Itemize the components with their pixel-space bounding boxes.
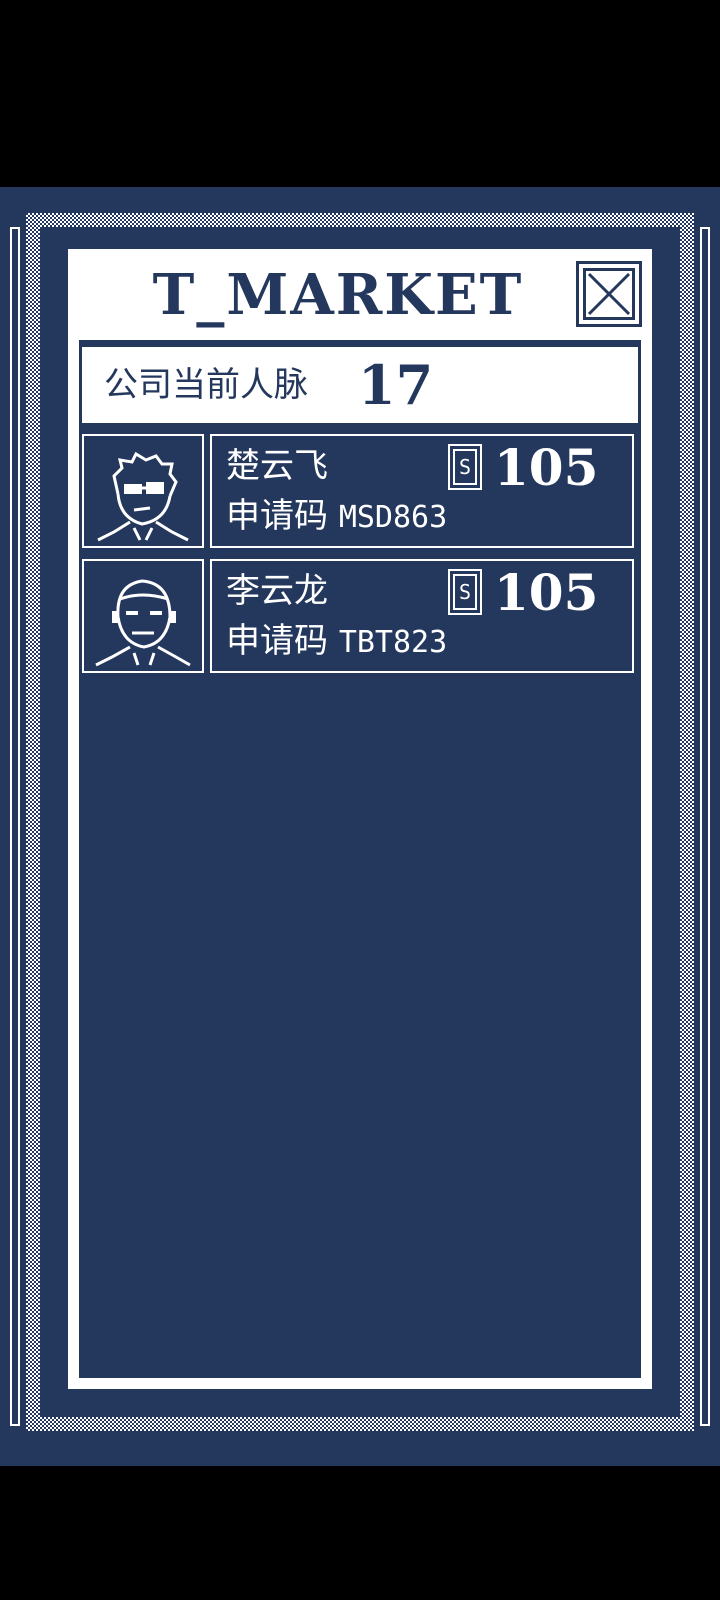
game-screen: T_MARKET 公司当前人脉 17 楚云飞 S 105 申请码 MSD863 … bbox=[0, 187, 720, 1466]
network-bar: 公司当前人脉 17 bbox=[82, 347, 638, 423]
right-rail bbox=[700, 227, 710, 1426]
contact-price: 105 bbox=[494, 438, 599, 497]
contact-avatar bbox=[82, 559, 204, 673]
contact-code-row: 申请码 TBT823 bbox=[226, 619, 447, 665]
contact-price: 105 bbox=[494, 563, 599, 622]
network-label: 公司当前人脉 bbox=[104, 365, 308, 405]
avatar-bald-man-icon bbox=[95, 579, 191, 667]
code-label: 申请码 bbox=[226, 496, 328, 536]
panel-title: T_MARKET bbox=[152, 262, 524, 328]
contact-name: 楚云飞 bbox=[226, 446, 328, 486]
contact-code-row: 申请码 MSD863 bbox=[226, 494, 447, 540]
network-count: 17 bbox=[358, 353, 434, 417]
code-label: 申请码 bbox=[226, 621, 328, 661]
close-button[interactable] bbox=[576, 261, 642, 327]
close-x-icon bbox=[587, 272, 631, 316]
avatar-spiky-hair-sunglasses-icon bbox=[97, 451, 189, 542]
currency-icon: S bbox=[448, 444, 482, 490]
contact-card[interactable]: 李云龙 S 105 申请码 TBT823 bbox=[210, 559, 634, 673]
contact-name: 李云龙 bbox=[226, 571, 328, 611]
currency-icon: S bbox=[448, 569, 482, 615]
left-rail bbox=[10, 227, 20, 1426]
code-value: TBT823 bbox=[338, 625, 448, 660]
code-value: MSD863 bbox=[338, 500, 448, 535]
contact-card[interactable]: 楚云飞 S 105 申请码 MSD863 bbox=[210, 434, 634, 548]
contact-avatar bbox=[82, 434, 204, 548]
